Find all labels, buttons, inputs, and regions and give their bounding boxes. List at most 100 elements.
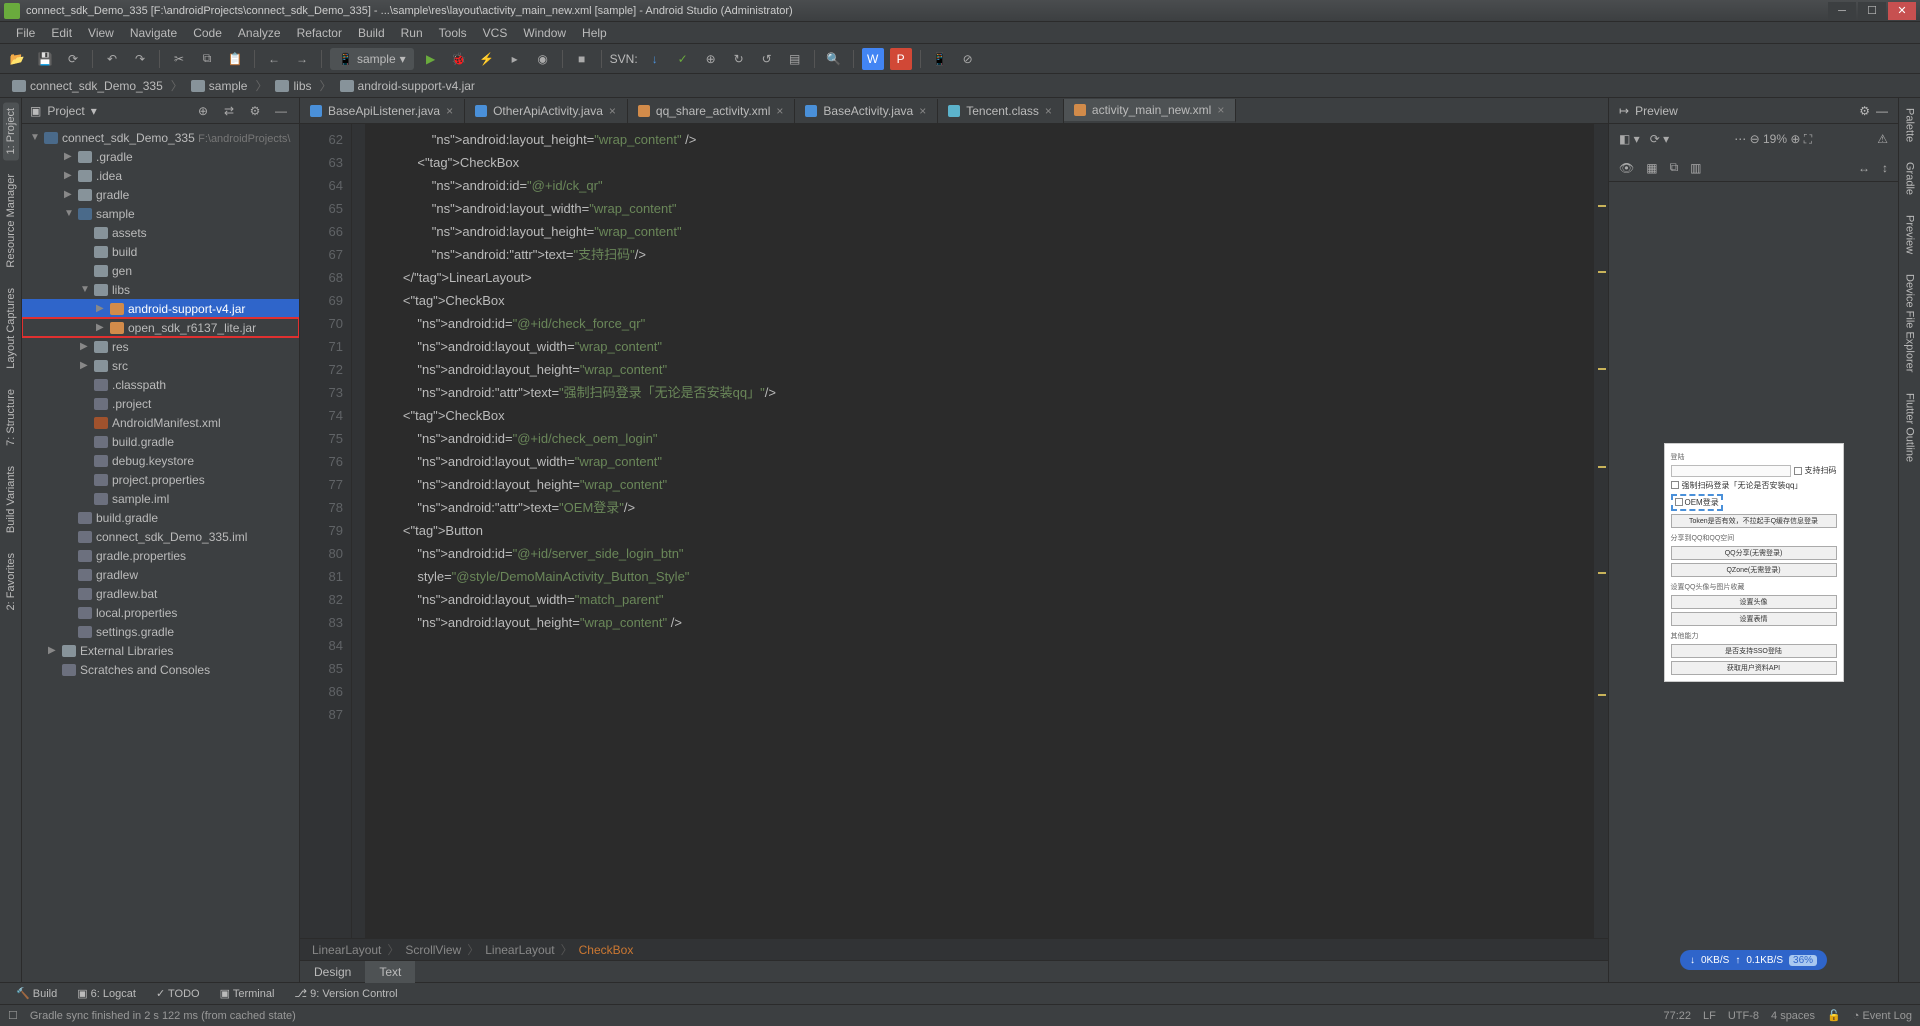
status-icon[interactable]: ☐ (8, 1009, 18, 1022)
editor-tab[interactable]: OtherApiActivity.java× (465, 99, 628, 123)
menu-code[interactable]: Code (185, 26, 230, 40)
right-tab[interactable]: Flutter Outline (1902, 387, 1918, 468)
cut-icon[interactable]: ✂ (168, 48, 190, 70)
stop-icon[interactable]: ■ (571, 48, 593, 70)
warning-icon[interactable]: ⚠ (1877, 132, 1888, 146)
preview-canvas[interactable]: 登陆 支持扫码 强制扫码登录「无论是否安装qq」 OEM登录 Token是否有效… (1609, 182, 1898, 942)
menu-help[interactable]: Help (574, 26, 615, 40)
breadcrumb-item[interactable]: sample (187, 79, 252, 93)
undo-icon[interactable]: ↶ (101, 48, 123, 70)
copy-icon[interactable]: ⧉ (196, 48, 218, 70)
tree-row[interactable]: ▶res (22, 337, 299, 356)
svn-diff-icon[interactable]: ↺ (756, 48, 778, 70)
tree-row[interactable]: ▶open_sdk_r6137_lite.jar (22, 318, 299, 337)
close-tab-icon[interactable]: × (446, 104, 454, 118)
run-icon[interactable]: ▶ (420, 48, 442, 70)
bottom-tab[interactable]: ⎇ 9: Version Control (286, 987, 405, 1000)
close-button[interactable]: ✕ (1888, 2, 1916, 20)
redo-icon[interactable]: ↷ (129, 48, 151, 70)
preview-arrow-icon[interactable]: ↦ (1619, 104, 1629, 118)
bottom-tab[interactable]: ▣ Terminal (212, 987, 283, 1000)
tree-row[interactable]: .project (22, 394, 299, 413)
event-log[interactable]: ◔ Event Log (1853, 1010, 1912, 1022)
line-sep[interactable]: LF (1703, 1010, 1716, 1022)
tree-row[interactable]: ▶android-support-v4.jar (22, 299, 299, 318)
menu-build[interactable]: Build (350, 26, 393, 40)
debug-icon[interactable]: 🐞 (448, 48, 470, 70)
menu-navigate[interactable]: Navigate (122, 26, 185, 40)
fold-column[interactable] (352, 124, 366, 938)
editor-tab[interactable]: activity_main_new.xml× (1064, 99, 1236, 123)
breadcrumb-item[interactable]: android-support-v4.jar (336, 79, 479, 93)
editor-body[interactable]: 6263646566676869707172737475767778798081… (300, 124, 1608, 938)
tree-row[interactable]: local.properties (22, 603, 299, 622)
tree-row[interactable]: assets (22, 223, 299, 242)
right-tab[interactable]: Gradle (1902, 156, 1918, 201)
menu-view[interactable]: View (80, 26, 122, 40)
tree-row[interactable]: ▶gradle (22, 185, 299, 204)
svn-browse-icon[interactable]: ▤ (784, 48, 806, 70)
profile-icon[interactable]: ⚡ (476, 48, 498, 70)
indent[interactable]: 4 spaces (1771, 1010, 1815, 1022)
search-icon[interactable]: 🔍 (823, 48, 845, 70)
menu-file[interactable]: File (8, 26, 43, 40)
orientation-icon[interactable]: ⟳ ▾ (1650, 132, 1669, 146)
breadcrumb-item[interactable]: connect_sdk_Demo_335 (8, 79, 167, 93)
bottom-tab[interactable]: ✓ TODO (148, 987, 208, 1000)
tree-row[interactable]: .classpath (22, 375, 299, 394)
surface-icon[interactable]: ◧ ▾ (1619, 132, 1640, 146)
breadcrumb-item[interactable]: libs (271, 79, 315, 93)
sync-icon[interactable]: ⟳ (62, 48, 84, 70)
menu-analyze[interactable]: Analyze (230, 26, 289, 40)
editor-tab[interactable]: BaseActivity.java× (795, 99, 938, 123)
tree-row[interactable]: build (22, 242, 299, 261)
attach-icon[interactable]: ▸ (504, 48, 526, 70)
mode-tab-text[interactable]: Text (365, 961, 415, 983)
menu-vcs[interactable]: VCS (475, 26, 516, 40)
lock-icon[interactable]: 🔓 (1827, 1009, 1841, 1022)
bottom-tab[interactable]: 🔨 Build (8, 987, 65, 1000)
tree-row[interactable]: ▼libs (22, 280, 299, 299)
tree-root[interactable]: ▼ connect_sdk_Demo_335 F:\androidProject… (22, 128, 299, 147)
menu-window[interactable]: Window (515, 26, 574, 40)
tool2-icon[interactable]: P (890, 48, 912, 70)
guides-icon[interactable]: ▥ (1690, 161, 1701, 175)
left-tab[interactable]: 7: Structure (3, 383, 19, 452)
editor-crumb-item[interactable]: ScrollView (405, 943, 461, 957)
sdk-icon[interactable]: ⊘ (957, 48, 979, 70)
encoding[interactable]: UTF-8 (1728, 1010, 1759, 1022)
bottom-tab[interactable]: ▣ 6: Logcat (69, 987, 144, 1000)
expand-v-icon[interactable]: ↕ (1882, 161, 1888, 175)
close-tab-icon[interactable]: × (919, 104, 927, 118)
menu-refactor[interactable]: Refactor (289, 26, 350, 40)
editor-crumb-item[interactable]: CheckBox (579, 943, 634, 957)
editor-tab[interactable]: BaseApiListener.java× (300, 99, 465, 123)
maximize-button[interactable]: ☐ (1858, 2, 1886, 20)
tree-row[interactable]: connect_sdk_Demo_335.iml (22, 527, 299, 546)
locate-icon[interactable]: ⊕ (193, 104, 213, 118)
left-tab[interactable]: Resource Manager (3, 168, 19, 274)
tree-row[interactable]: gradlew.bat (22, 584, 299, 603)
left-tab[interactable]: 2: Favorites (3, 547, 19, 616)
gear-icon[interactable]: ⚙ (245, 104, 265, 118)
menu-run[interactable]: Run (393, 26, 431, 40)
paste-icon[interactable]: 📋 (224, 48, 246, 70)
left-tab[interactable]: Layout Captures (3, 282, 19, 375)
editor-tab[interactable]: Tencent.class× (938, 99, 1064, 123)
tree-row[interactable]: gen (22, 261, 299, 280)
forward-icon[interactable]: → (291, 48, 313, 70)
coverage-icon[interactable]: ◉ (532, 48, 554, 70)
close-tab-icon[interactable]: × (776, 104, 784, 118)
tree-row[interactable]: sample.iml (22, 489, 299, 508)
error-stripe[interactable] (1594, 124, 1608, 938)
tree-row[interactable]: build.gradle (22, 508, 299, 527)
tree-row[interactable]: project.properties (22, 470, 299, 489)
minimize-button[interactable]: ─ (1828, 2, 1856, 20)
right-tab[interactable]: Preview (1902, 209, 1918, 260)
tree-row[interactable]: ▼sample (22, 204, 299, 223)
magnet-icon[interactable]: ⧉ (1670, 160, 1679, 175)
code-content[interactable]: "ns">android:layout_height="wrap_content… (366, 124, 1594, 938)
open-icon[interactable]: 📂 (6, 48, 28, 70)
mode-tab-design[interactable]: Design (300, 961, 365, 983)
tree-row[interactable]: ▶External Libraries (22, 641, 299, 660)
